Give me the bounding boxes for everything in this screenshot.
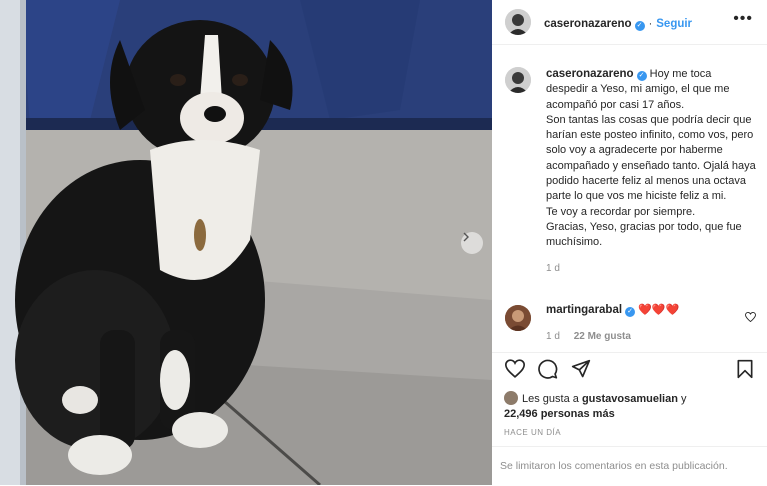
post-photo — [0, 0, 492, 485]
dog-photo-illustration — [0, 0, 492, 485]
caption-username[interactable]: caseronazareno — [546, 68, 634, 80]
comment-likes-count[interactable]: 22 Me gusta — [574, 331, 631, 342]
like-button[interactable] — [504, 359, 526, 383]
caption-author-avatar[interactable] — [505, 67, 531, 93]
post-caption: caseronazareno ✓ Hoy me toca despedir a Y… — [546, 67, 756, 276]
caption-line-3: Te voy a recordar por siempre. — [546, 205, 696, 218]
avatar-image — [505, 9, 531, 35]
comment-text: ❤️❤️❤️ — [638, 304, 680, 316]
post-actions-bar — [492, 352, 767, 387]
post-side-panel: caseronazareno ✓ · Seguir ••• caseronazaren… — [492, 0, 767, 485]
verified-badge-icon: ✓ — [636, 71, 647, 81]
verified-badge-icon: ✓ — [625, 307, 636, 317]
next-photo-button[interactable] — [461, 232, 483, 254]
verified-badge-icon: ✓ — [634, 21, 645, 31]
likes-prefix: Les gusta a — [522, 393, 582, 405]
avatar-image — [505, 67, 531, 93]
more-options-button[interactable]: ••• — [733, 10, 753, 28]
heart-icon — [504, 359, 526, 378]
comments-footer: Se limitaron los comentarios en esta pub… — [492, 446, 767, 486]
caption-line-4: Gracias, Yeso, gracias por todo, que fue… — [546, 220, 742, 249]
save-button[interactable] — [736, 359, 754, 384]
share-button[interactable] — [571, 359, 591, 384]
likes-others-count[interactable]: 22,496 personas más — [504, 408, 615, 420]
comment-bubble-icon — [538, 359, 558, 379]
comment-timestamp[interactable]: 1 d — [546, 331, 560, 342]
comments-limited-notice: Se limitaron los comentarios en esta pub… — [500, 460, 728, 472]
separator-dot: · — [648, 18, 653, 30]
post-timestamp[interactable]: HACE UN DÍA — [504, 428, 561, 437]
chevron-right-icon — [463, 232, 469, 242]
paper-plane-icon — [571, 359, 591, 378]
bookmark-icon — [737, 359, 753, 379]
likes-summary: Les gusta a gustavosamuelian y 22,496 pe… — [504, 391, 686, 422]
author-avatar[interactable] — [505, 9, 531, 35]
commenter-username[interactable]: martingarabal — [546, 304, 622, 316]
caption-line-2: Son tantas las cosas que podría decir qu… — [546, 113, 756, 203]
comment-item: martingarabal ✓ ❤️❤️❤️ — [546, 303, 746, 318]
comment-button[interactable] — [538, 359, 558, 384]
caption-timestamp[interactable]: 1 d — [546, 263, 560, 274]
avatar-image — [505, 305, 531, 331]
heart-icon — [745, 311, 756, 323]
comment-like-button[interactable] — [745, 309, 756, 327]
likes-connector: y — [677, 393, 687, 405]
follow-button[interactable]: Seguir — [656, 18, 692, 30]
comment-meta: 1 d 22 Me gusta — [546, 331, 642, 342]
liker-avatar[interactable] — [504, 391, 518, 405]
commenter-avatar[interactable] — [505, 305, 531, 331]
liker-username[interactable]: gustavosamuelian — [582, 393, 678, 405]
author-username[interactable]: caseronazareno — [544, 18, 632, 30]
post-header: caseronazareno ✓ · Seguir ••• — [492, 0, 767, 45]
